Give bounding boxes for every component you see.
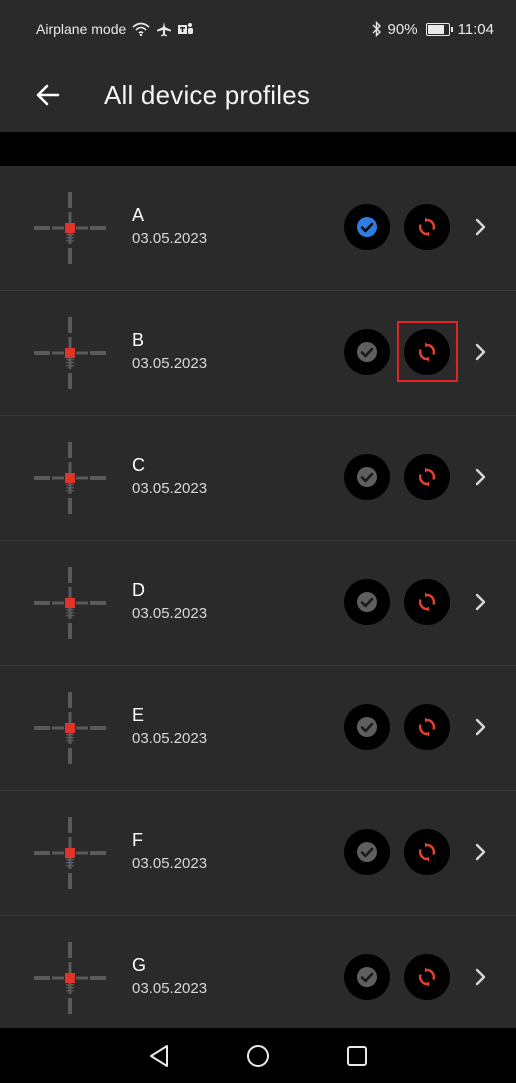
crosshair-icon <box>34 192 106 264</box>
app-bar: All device profiles <box>0 58 516 132</box>
sync-icon <box>418 967 436 987</box>
activate-profile-button[interactable] <box>344 829 390 875</box>
profile-name: D <box>132 580 145 600</box>
sync-icon <box>418 467 436 487</box>
sync-icon <box>418 592 436 612</box>
crosshair-icon <box>34 442 106 514</box>
clock: 11:04 <box>457 20 494 38</box>
profile-text: G 03.05.2023 <box>132 954 207 997</box>
check-circle-icon <box>357 342 377 362</box>
check-circle-icon <box>357 717 377 737</box>
status-left: Airplane mode <box>36 21 194 37</box>
profile-date: 03.05.2023 <box>132 730 208 747</box>
profile-row-c[interactable]: C 03.05.2023 <box>0 416 516 541</box>
profile-name: G <box>132 955 147 975</box>
profile-date: 03.05.2023 <box>132 480 208 497</box>
profile-date: 03.05.2023 <box>132 980 208 997</box>
profile-row-b[interactable]: B 03.05.2023 <box>0 291 516 416</box>
sync-icon <box>418 717 436 737</box>
crosshair-icon <box>34 567 106 639</box>
chevron-right-icon[interactable] <box>470 591 490 613</box>
chevron-right-icon[interactable] <box>470 716 490 738</box>
nav-home-button[interactable] <box>240 1038 276 1074</box>
chevron-right-icon[interactable] <box>470 341 490 363</box>
page-title: All device profiles <box>104 79 311 110</box>
airplane-mode-label: Airplane mode <box>36 21 127 37</box>
crosshair-icon <box>34 942 106 1014</box>
profile-name: E <box>132 705 145 725</box>
sync-profile-button[interactable] <box>404 704 450 750</box>
profile-row-d[interactable]: D 03.05.2023 <box>0 541 516 666</box>
profile-name: A <box>132 205 145 225</box>
activate-profile-button[interactable] <box>344 454 390 500</box>
check-circle-icon <box>357 967 377 987</box>
check-circle-icon <box>357 842 377 862</box>
sync-button-highlight <box>397 321 458 382</box>
check-circle-icon <box>357 592 377 612</box>
chevron-right-icon[interactable] <box>470 841 490 863</box>
nav-back-button[interactable] <box>141 1038 177 1074</box>
chevron-right-icon[interactable] <box>470 966 490 988</box>
crosshair-icon <box>34 317 106 389</box>
status-right: 90% 11:04 <box>372 21 494 38</box>
profile-row-f[interactable]: F 03.05.2023 <box>0 791 516 916</box>
profile-row-e[interactable]: E 03.05.2023 <box>0 666 516 791</box>
profile-text: D 03.05.2023 <box>132 579 207 622</box>
profile-date: 03.05.2023 <box>132 230 208 247</box>
activate-profile-button[interactable] <box>344 204 390 250</box>
airplane-icon <box>157 22 172 37</box>
teams-icon <box>178 23 194 34</box>
profile-text: F 03.05.2023 <box>132 829 207 872</box>
battery-icon <box>425 22 453 36</box>
profile-row-g[interactable]: G 03.05.2023 <box>0 916 516 1028</box>
wifi-icon <box>132 22 150 36</box>
profile-name: C <box>132 455 145 475</box>
arrow-left-icon <box>36 84 60 106</box>
profile-date: 03.05.2023 <box>132 605 208 622</box>
sync-profile-button[interactable] <box>404 829 450 875</box>
recents-square-icon <box>346 1045 367 1066</box>
profile-date: 03.05.2023 <box>132 355 208 372</box>
nav-recents-button[interactable] <box>339 1038 375 1074</box>
activate-profile-button[interactable] <box>344 329 390 375</box>
header-divider <box>0 132 516 166</box>
sync-profile-button[interactable] <box>404 579 450 625</box>
status-bar: Airplane mode 90% 11:04 <box>0 0 516 58</box>
profile-text: B 03.05.2023 <box>132 329 207 372</box>
activate-profile-button[interactable] <box>344 954 390 1000</box>
profile-row-a[interactable]: A 03.05.2023 <box>0 166 516 291</box>
check-circle-icon <box>357 467 377 487</box>
sync-icon <box>418 217 436 237</box>
sync-profile-button[interactable] <box>404 454 450 500</box>
battery-percent: 90% <box>387 20 418 38</box>
sync-profile-button[interactable] <box>404 954 450 1000</box>
chevron-right-icon[interactable] <box>470 216 490 238</box>
back-button[interactable] <box>28 75 68 115</box>
profile-name: F <box>132 830 143 850</box>
profile-text: C 03.05.2023 <box>132 454 207 497</box>
back-triangle-icon <box>150 1044 169 1067</box>
profile-name: B <box>132 330 145 350</box>
bluetooth-icon <box>372 21 381 37</box>
system-nav-bar <box>0 1028 516 1083</box>
sync-icon <box>418 842 436 862</box>
profile-date: 03.05.2023 <box>132 855 208 872</box>
activate-profile-button[interactable] <box>344 704 390 750</box>
profile-text: A 03.05.2023 <box>132 204 207 247</box>
profile-text: E 03.05.2023 <box>132 704 207 747</box>
battery-level-fill <box>427 24 444 34</box>
activate-profile-button[interactable] <box>344 579 390 625</box>
home-circle-icon <box>246 1044 269 1067</box>
sync-profile-button[interactable] <box>404 204 450 250</box>
chevron-right-icon[interactable] <box>470 466 490 488</box>
profile-list: A 03.05.2023 B 03.05.2023 C 03.05.2023 D… <box>0 166 516 1028</box>
crosshair-icon <box>34 817 106 889</box>
crosshair-icon <box>34 692 106 764</box>
check-circle-icon <box>357 217 377 237</box>
